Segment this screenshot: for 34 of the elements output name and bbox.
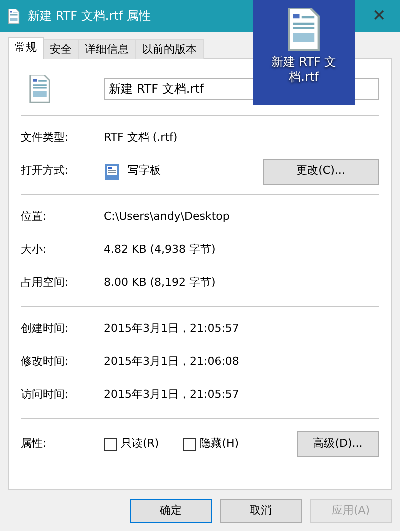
field-label: 大小:	[21, 242, 48, 258]
field-value: 8.00 KB (8,192 字节)	[104, 275, 216, 292]
dialog-button[interactable]: 确定	[130, 499, 212, 523]
field-value: RTF 文档 (.rtf)	[104, 130, 178, 146]
tab[interactable]: 以前的版本	[135, 39, 204, 59]
window-title: 新建 RTF 文档.rtf 属性	[28, 8, 152, 25]
field-value: 写字板	[128, 163, 161, 180]
field-label: 访问时间:	[21, 387, 70, 404]
file-icon	[29, 75, 51, 103]
document-icon	[287, 8, 321, 50]
tab[interactable]: 常规	[8, 37, 44, 59]
checkbox[interactable]: 隐藏(H)	[183, 436, 240, 452]
close-button[interactable]: ✕	[366, 4, 392, 28]
field-label: 属性:	[21, 436, 48, 452]
field-value: 2015年3月1日，21:06:08	[104, 354, 240, 370]
tab[interactable]: 详细信息	[78, 39, 136, 59]
field-label: 打开方式:	[21, 163, 70, 180]
field-value: C:\Users\andy\Desktop	[104, 209, 230, 226]
field-label: 文件类型:	[21, 130, 70, 146]
desktop-icon-tile[interactable]: 新建 RTF 文档.rtf	[253, 0, 355, 105]
field-value: 4.82 KB (4,938 字节)	[104, 242, 216, 258]
advanced-button[interactable]: 高级(D)...	[297, 431, 379, 457]
checkbox[interactable]: 只读(R)	[104, 436, 160, 452]
tab[interactable]: 安全	[43, 39, 79, 59]
field-label: 占用空间:	[21, 275, 70, 292]
field-value: 2015年3月1日，21:05:57	[104, 387, 240, 404]
app-icon	[104, 162, 120, 180]
field-label: 创建时间:	[21, 321, 70, 338]
document-icon	[8, 8, 20, 24]
dialog-button[interactable]: 取消	[220, 499, 302, 523]
field-value: 2015年3月1日，21:05:57	[104, 321, 240, 338]
field-label: 修改时间:	[21, 354, 70, 370]
field-label: 位置:	[21, 209, 48, 226]
change-button[interactable]: 更改(C)...	[263, 158, 379, 184]
